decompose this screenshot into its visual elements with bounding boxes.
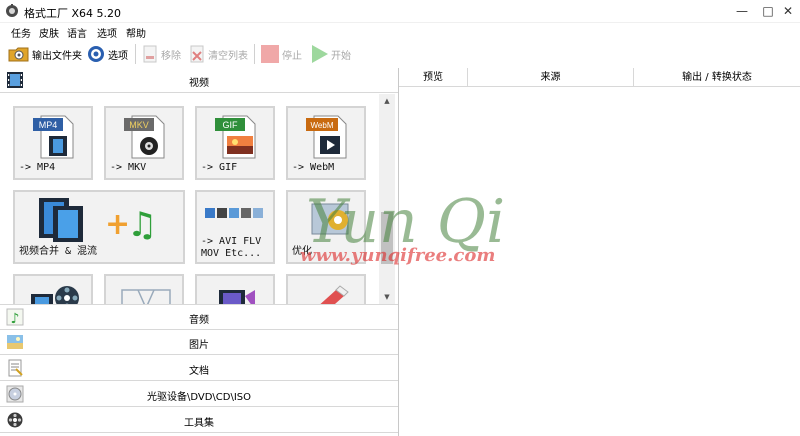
tile-to-webm[interactable]: WebM -> WebM [286, 106, 366, 180]
mkv-file-icon: MKV [124, 115, 165, 159]
watermark-url: www.yunqifree.com [300, 245, 496, 266]
svg-text:GIF: GIF [223, 120, 239, 130]
gear-icon [88, 46, 104, 62]
video-merge-icon: + ♫ [39, 198, 157, 244]
svg-text:WebM: WebM [311, 121, 334, 130]
svg-text:♫: ♫ [127, 205, 157, 244]
optimize-icon [311, 203, 349, 235]
menu-skin[interactable]: 皮肤 [39, 25, 59, 40]
column-source[interactable]: 来源 [468, 68, 634, 87]
start-button[interactable]: 开始 [309, 43, 351, 65]
remove-button[interactable]: 移除 [141, 43, 181, 65]
crop-icon [121, 289, 171, 304]
scroll-down-arrow-icon[interactable]: ▼ [379, 290, 395, 304]
stop-button[interactable]: 停止 [260, 43, 302, 65]
tile-to-gif[interactable]: GIF -> GIF [195, 106, 275, 180]
eraser-icon [320, 285, 349, 304]
category-audio[interactable]: ♪ 音频 [0, 304, 398, 330]
menu-help[interactable]: 帮助 [126, 25, 146, 40]
remove-icon [143, 45, 157, 63]
toolbar-separator [254, 44, 255, 64]
clear-list-button[interactable]: 清空列表 [188, 43, 248, 65]
menu-bar: 任务 皮肤 语言 选项 帮助 [0, 22, 800, 40]
tile-label: -> MKV [110, 162, 147, 173]
svg-text:MKV: MKV [129, 120, 149, 130]
video-function-grid: MP4 -> MP4 MKV -> MKV GIF -> GIF WebM ->… [0, 94, 378, 304]
mp4-file-icon: MP4 [33, 115, 74, 159]
tile-to-avi-flv-mov[interactable]: -> AVI FLV MOV Etc... [195, 190, 275, 264]
output-folder-button[interactable]: 输出文件夹 [8, 43, 82, 65]
webm-file-icon: WebM [306, 115, 347, 159]
column-preview[interactable]: 预览 [399, 68, 468, 87]
play-icon [312, 45, 328, 63]
category-document[interactable]: 文档 [0, 356, 398, 381]
scroll-up-arrow-icon[interactable]: ▲ [379, 94, 395, 108]
category-picture[interactable]: 图片 [0, 330, 398, 355]
tile-label: 视频合并 & 混流 [19, 246, 98, 257]
menu-task[interactable]: 任务 [11, 25, 31, 40]
folder-icon [8, 47, 29, 62]
close-button[interactable]: ✕ [776, 0, 800, 22]
format-factory-logo-icon [6, 4, 18, 17]
menu-options[interactable]: 选项 [97, 25, 117, 40]
category-video[interactable]: 视频 [0, 68, 398, 93]
film-reel-icon [31, 286, 79, 304]
column-output-status[interactable]: 输出 / 转换状态 [634, 68, 800, 87]
svg-text:MP4: MP4 [39, 120, 58, 130]
tile-label: -> WebM [292, 162, 335, 173]
tile-remove-watermark[interactable] [286, 274, 366, 304]
tile-crop[interactable] [104, 274, 184, 304]
toolbar-separator [135, 44, 136, 64]
stop-icon [261, 45, 279, 63]
video-formats-icon [205, 208, 263, 218]
tile-video-tool[interactable] [13, 274, 93, 304]
menu-language[interactable]: 语言 [67, 25, 87, 40]
toolbar: 输出文件夹 选项 移除 清空列表 停止 开始 [0, 40, 800, 69]
tile-label: MOV Etc... [201, 248, 262, 259]
tile-video-edit[interactable] [195, 274, 275, 304]
category-tools[interactable]: 工具集 [0, 408, 398, 433]
minimize-button[interactable]: — [730, 0, 754, 22]
tile-label: -> AVI FLV [201, 236, 262, 247]
tile-label: -> GIF [201, 162, 238, 173]
tile-to-mkv[interactable]: MKV -> MKV [104, 106, 184, 180]
category-optical-drive[interactable]: 光驱设备\DVD\CD\ISO [0, 382, 398, 407]
tile-to-mp4[interactable]: MP4 -> MP4 [13, 106, 93, 180]
video-edit-icon [219, 290, 255, 304]
tile-label: -> MP4 [19, 162, 56, 173]
title-bar: 格式工厂 X64 5.20 — □ ✕ [0, 0, 800, 23]
window-title: 格式工厂 X64 5.20 [24, 7, 122, 20]
gif-file-icon: GIF [215, 115, 256, 159]
clear-list-icon [190, 45, 204, 63]
tile-video-merge[interactable]: + ♫ 视频合并 & 混流 [13, 190, 185, 264]
grid-scrollbar[interactable]: ▲ ▼ [379, 94, 395, 304]
options-button[interactable]: 选项 [86, 43, 128, 65]
